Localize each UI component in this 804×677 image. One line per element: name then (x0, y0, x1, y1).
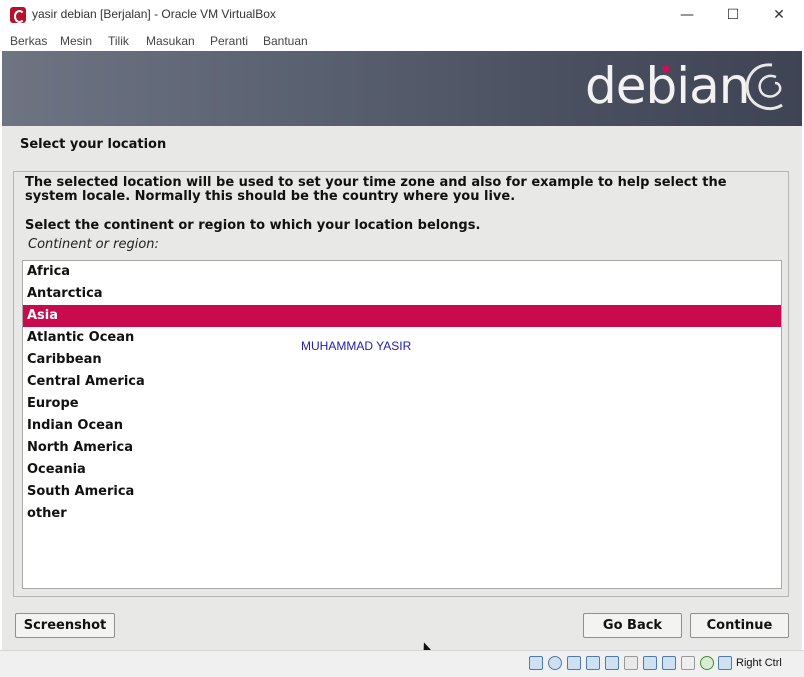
list-item[interactable]: Oceania (23, 459, 781, 481)
list-item[interactable]: South America (23, 481, 781, 503)
continent-listbox[interactable]: Africa Antarctica Asia Atlantic Ocean Ca… (22, 260, 782, 589)
location-prompt: Select the continent or region to which … (25, 218, 481, 233)
minimize-button[interactable]: — (664, 0, 710, 30)
network-icon[interactable] (586, 656, 600, 670)
list-item[interactable]: Antarctica (23, 283, 781, 305)
audio-icon[interactable] (567, 656, 581, 670)
debian-swirl-icon (745, 63, 783, 110)
list-item[interactable]: Africa (23, 261, 781, 283)
watermark-text: MUHAMMAD YASIR (301, 339, 412, 353)
list-item[interactable]: Central America (23, 371, 781, 393)
optical-drive-icon[interactable] (548, 656, 562, 670)
location-description: The selected location will be used to se… (25, 175, 727, 204)
recording-icon[interactable] (681, 656, 695, 670)
vm-display[interactable]: debian Select your location The selected… (2, 51, 802, 650)
menu-masukan[interactable]: Masukan (146, 34, 195, 48)
virtualbox-app-icon (10, 7, 26, 23)
go-back-button[interactable]: Go Back (583, 613, 682, 638)
list-item[interactable]: North America (23, 437, 781, 459)
mouse-integration-icon[interactable] (700, 656, 714, 670)
close-button[interactable]: ✕ (756, 0, 802, 30)
debian-logo-dot-icon (662, 65, 670, 73)
continue-button[interactable]: Continue (690, 613, 789, 638)
usb-icon[interactable] (605, 656, 619, 670)
installer-banner: debian (2, 51, 802, 126)
display-icon[interactable] (643, 656, 657, 670)
video-capture-icon[interactable] (662, 656, 676, 670)
window-title: yasir debian [Berjalan] - Oracle VM Virt… (32, 7, 276, 21)
list-item[interactable]: Europe (23, 393, 781, 415)
menu-bar: Berkas Mesin Tilik Masukan Peranti Bantu… (0, 30, 804, 51)
menu-mesin[interactable]: Mesin (60, 34, 92, 48)
screenshot-button[interactable]: Screenshot (15, 613, 115, 638)
location-panel: The selected location will be used to se… (13, 171, 789, 597)
window-titlebar: yasir debian [Berjalan] - Oracle VM Virt… (0, 0, 804, 30)
vm-statusbar: Right Ctrl (0, 650, 804, 677)
shared-folders-icon[interactable] (624, 656, 638, 670)
keyboard-icon[interactable] (718, 656, 732, 670)
maximize-button[interactable]: ☐ (710, 0, 756, 30)
list-item[interactable]: other (23, 503, 781, 525)
continent-field-label: Continent or region: (28, 237, 159, 252)
menu-bantuan[interactable]: Bantuan (263, 34, 308, 48)
list-item[interactable]: Indian Ocean (23, 415, 781, 437)
menu-tilik[interactable]: Tilik (108, 34, 129, 48)
menu-peranti[interactable]: Peranti (210, 34, 248, 48)
menu-berkas[interactable]: Berkas (10, 34, 47, 48)
host-key-label: Right Ctrl (736, 657, 782, 669)
list-item-selected[interactable]: Asia (23, 305, 781, 327)
hard-disk-icon[interactable] (529, 656, 543, 670)
step-title: Select your location (20, 137, 167, 152)
